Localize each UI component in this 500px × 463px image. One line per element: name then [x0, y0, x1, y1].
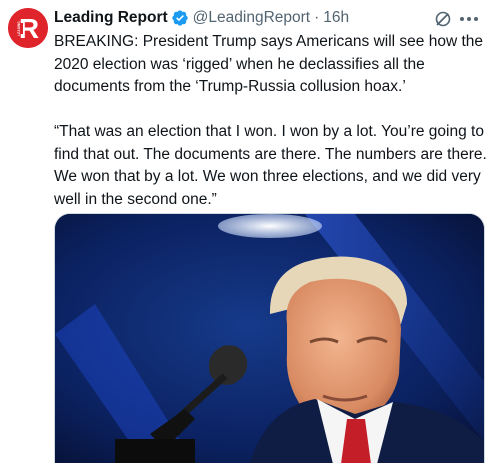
grok-icon[interactable]	[434, 10, 452, 28]
verified-badge-icon	[171, 9, 189, 27]
tweet-text: BREAKING: President Trump says Americans…	[54, 33, 487, 208]
author-handle[interactable]: @LeadingReport	[193, 9, 310, 27]
leading-report-logo: R LEADING	[8, 8, 48, 48]
tweet-header: Leading Report @LeadingReport · 16h	[54, 7, 349, 29]
tweet-photo[interactable]	[54, 213, 485, 463]
separator-dot: ·	[314, 9, 320, 26]
author-name[interactable]: Leading Report	[54, 9, 168, 27]
tweet[interactable]: R LEADING Leading Report @LeadingReport …	[0, 0, 500, 463]
avatar[interactable]: R LEADING	[8, 8, 48, 48]
timestamp[interactable]: 16h	[323, 9, 349, 27]
more-options-icon[interactable]	[458, 9, 480, 29]
avatar-small-text: LEADING	[17, 21, 21, 36]
photo-image	[55, 214, 484, 463]
